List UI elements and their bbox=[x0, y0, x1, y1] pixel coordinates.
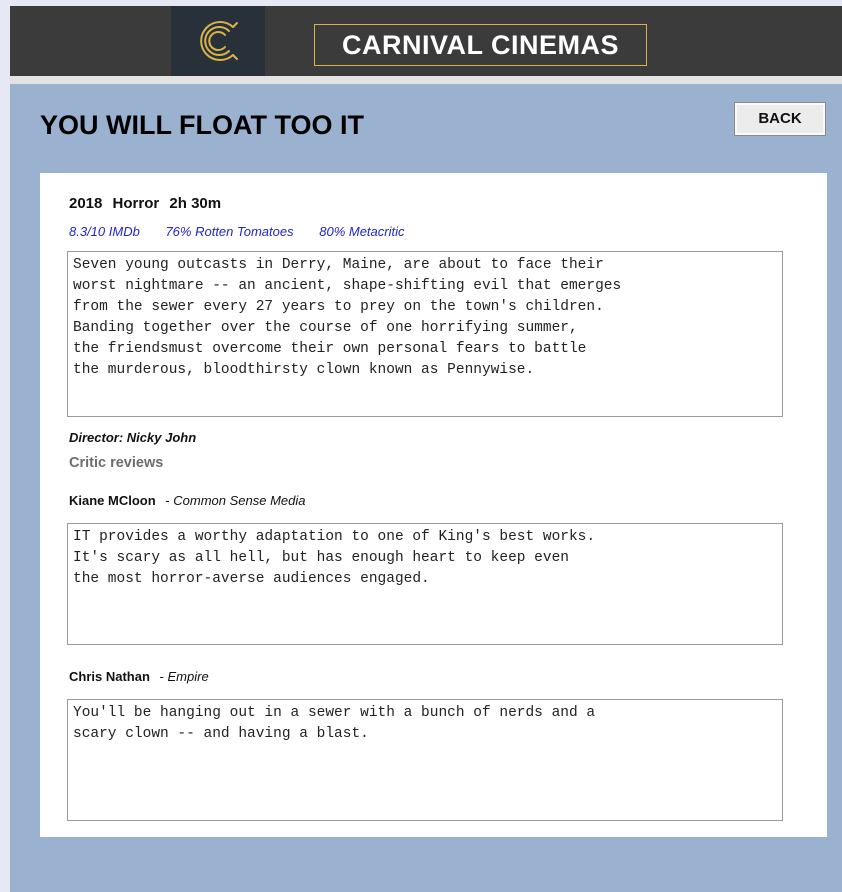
review-byline: Kiane MCloon - Common Sense Media bbox=[69, 493, 306, 508]
logo[interactable] bbox=[171, 6, 265, 76]
critic-name: Chris Nathan bbox=[69, 669, 150, 684]
movie-year: 2018 bbox=[69, 195, 103, 212]
brand-title: CARNIVAL CINEMAS bbox=[314, 24, 647, 66]
rotten-tomatoes-rating: 76% Rotten Tomatoes bbox=[165, 224, 294, 239]
byline-separator: - bbox=[165, 493, 170, 508]
review-source: Common Sense Media bbox=[173, 493, 306, 508]
header-bar: CARNIVAL CINEMAS bbox=[10, 6, 842, 76]
back-button[interactable]: BACK bbox=[734, 102, 826, 136]
critic-reviews-heading: Critic reviews bbox=[69, 455, 164, 471]
imdb-rating: 8.3/10 IMDb bbox=[69, 224, 140, 239]
metacritic-rating: 80% Metacritic bbox=[319, 224, 405, 239]
app-frame: CARNIVAL CINEMAS YOU WILL FLOAT TOO IT B… bbox=[10, 6, 842, 892]
ratings-row: 8.3/10 IMDb 76% Rotten Tomatoes 80% Meta… bbox=[69, 224, 426, 239]
review-textarea[interactable]: IT provides a worthy adaptation to one o… bbox=[67, 523, 783, 645]
director-label: Director: Nicky John bbox=[69, 430, 197, 445]
header-divider bbox=[10, 76, 842, 84]
page-title: YOU WILL FLOAT TOO IT bbox=[40, 110, 364, 140]
review-byline: Chris Nathan - Empire bbox=[69, 669, 209, 684]
review-source: Empire bbox=[167, 669, 209, 684]
review-textarea[interactable]: You'll be hanging out in a sewer with a … bbox=[67, 699, 783, 821]
movie-details-panel: 2018 Horror 2h 30m 8.3/10 IMDb 76% Rotte… bbox=[40, 173, 827, 837]
movie-meta: 2018 Horror 2h 30m bbox=[69, 195, 227, 212]
movie-genre: Horror bbox=[112, 195, 160, 212]
c-monogram-logo-icon bbox=[200, 21, 238, 61]
critic-name: Kiane MCloon bbox=[69, 493, 156, 508]
byline-separator: - bbox=[159, 669, 164, 684]
movie-runtime: 2h 30m bbox=[169, 195, 222, 212]
synopsis-textarea[interactable]: Seven young outcasts in Derry, Maine, ar… bbox=[67, 251, 783, 417]
